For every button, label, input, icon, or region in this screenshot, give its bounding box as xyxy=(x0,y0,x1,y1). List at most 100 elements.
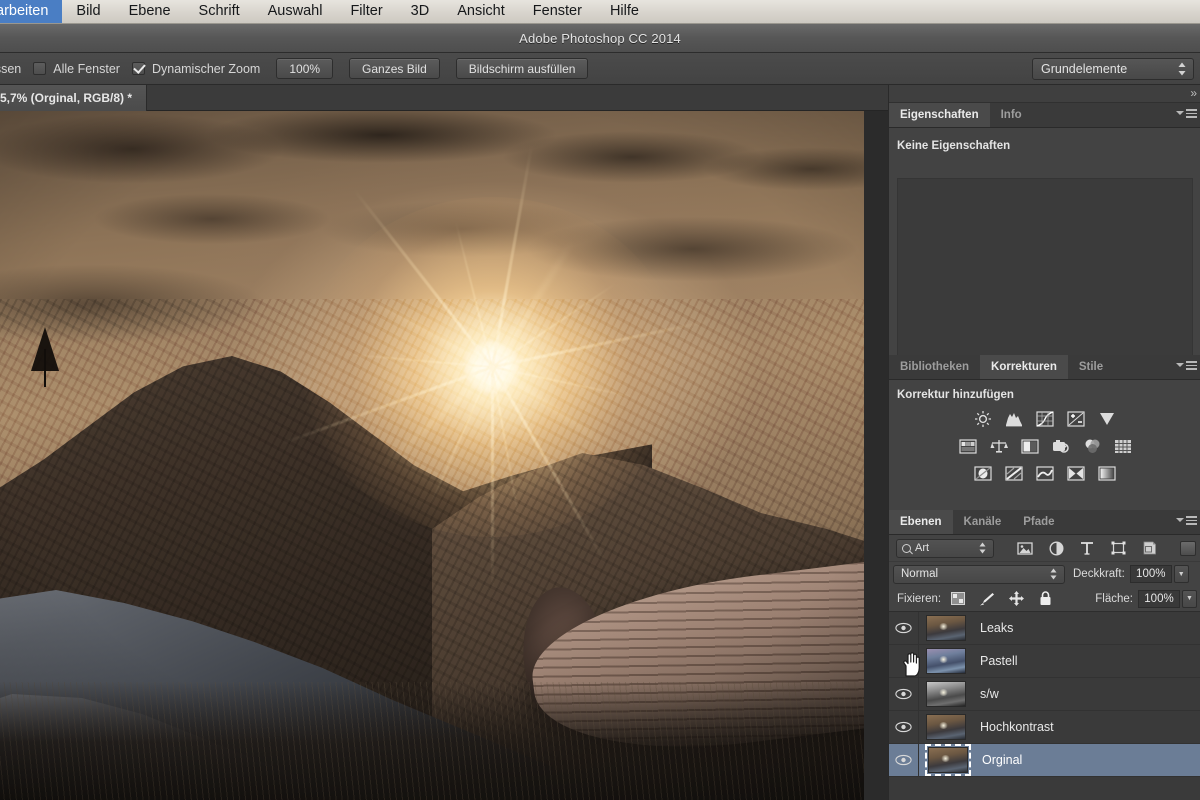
filter-pixel-icon[interactable] xyxy=(1016,540,1034,556)
hue-saturation-icon[interactable] xyxy=(958,437,978,455)
black-white-icon[interactable] xyxy=(1020,437,1040,455)
opacity-dropdown-icon[interactable]: ▼ xyxy=(1174,565,1189,583)
layer-thumbnail[interactable] xyxy=(926,714,966,740)
lock-transparency-icon[interactable] xyxy=(950,591,966,606)
layer-list: Leaks Pastell s/w xyxy=(889,611,1200,777)
layers-tab-bar: Ebenen Kanäle Pfade xyxy=(889,510,1200,535)
eye-icon xyxy=(895,721,912,733)
photo-filter-icon[interactable] xyxy=(1051,437,1071,455)
color-lookup-icon[interactable] xyxy=(1113,437,1133,455)
layer-thumbnail[interactable] xyxy=(926,648,966,674)
scrubby-zoom-checkbox[interactable] xyxy=(132,62,145,75)
properties-body: Keine Eigenschaften xyxy=(889,128,1200,355)
properties-empty-text: Keine Eigenschaften xyxy=(889,128,1200,152)
table-row[interactable]: Hochkontrast xyxy=(889,711,1200,744)
layer-thumbnail[interactable] xyxy=(926,681,966,707)
selective-color-icon[interactable] xyxy=(1066,464,1086,482)
fill-value[interactable]: 100% xyxy=(1138,590,1180,608)
tab-korrekturen[interactable]: Korrekturen xyxy=(980,355,1068,379)
tab-stile[interactable]: Stile xyxy=(1068,355,1114,379)
posterize-icon[interactable] xyxy=(1004,464,1024,482)
hamburger-icon xyxy=(1186,361,1197,370)
lock-image-icon[interactable] xyxy=(979,591,995,606)
lock-all-icon[interactable] xyxy=(1037,591,1053,606)
tab-pfade[interactable]: Pfade xyxy=(1012,510,1065,534)
menu-bearbeiten[interactable]: arbeiten xyxy=(0,0,62,23)
fill-dropdown-icon[interactable]: ▼ xyxy=(1182,590,1197,608)
layer-visibility-toggle[interactable] xyxy=(889,711,919,744)
table-row[interactable]: Pastell xyxy=(889,645,1200,678)
fill-screen-button[interactable]: Bildschirm ausfüllen xyxy=(456,58,589,79)
filter-kind-select[interactable]: Art xyxy=(896,539,994,558)
fit-screen-button[interactable]: Ganzes Bild xyxy=(349,58,440,79)
exposure-icon[interactable] xyxy=(1066,410,1086,428)
adjustments-body: Korrektur hinzufügen xyxy=(889,380,1200,510)
table-row[interactable]: Leaks xyxy=(889,612,1200,645)
lock-position-icon[interactable] xyxy=(1008,591,1024,606)
tab-ebenen[interactable]: Ebenen xyxy=(889,510,953,534)
menu-filter[interactable]: Filter xyxy=(336,0,396,23)
color-balance-icon[interactable] xyxy=(989,437,1009,455)
filter-adjustment-icon[interactable] xyxy=(1047,540,1065,556)
properties-empty-area xyxy=(897,178,1193,364)
filter-type-icons xyxy=(1016,540,1158,556)
search-icon xyxy=(902,544,911,553)
hamburger-icon xyxy=(1186,109,1197,118)
menu-hilfe[interactable]: Hilfe xyxy=(596,0,653,23)
table-row[interactable]: s/w xyxy=(889,678,1200,711)
menu-schrift[interactable]: Schrift xyxy=(185,0,254,23)
brightness-contrast-icon[interactable] xyxy=(973,410,993,428)
scrubby-zoom-label: Dynamischer Zoom xyxy=(152,62,260,76)
all-windows-checkbox[interactable] xyxy=(33,62,46,75)
layer-thumbnail[interactable] xyxy=(926,615,966,641)
filter-shape-icon[interactable] xyxy=(1109,540,1127,556)
menu-3d[interactable]: 3D xyxy=(397,0,444,23)
layer-visibility-toggle[interactable] xyxy=(889,645,919,678)
threshold-icon[interactable] xyxy=(1035,464,1055,482)
layer-visibility-toggle[interactable] xyxy=(889,744,919,777)
menu-bild[interactable]: Bild xyxy=(62,0,114,23)
panel-menu-icon[interactable] xyxy=(1176,109,1197,118)
tab-bibliotheken[interactable]: Bibliotheken xyxy=(889,355,980,379)
invert-icon[interactable] xyxy=(973,464,993,482)
dock-collapse-bar[interactable]: » xyxy=(889,85,1200,103)
channel-mixer-icon[interactable] xyxy=(1082,437,1102,455)
levels-icon[interactable] xyxy=(1004,410,1024,428)
vibrance-icon[interactable] xyxy=(1097,410,1117,428)
table-row[interactable]: Orginal xyxy=(889,744,1200,777)
curves-icon[interactable] xyxy=(1035,410,1055,428)
tab-eigenschaften[interactable]: Eigenschaften xyxy=(889,103,990,127)
menu-auswahl[interactable]: Auswahl xyxy=(254,0,337,23)
menu-ebene[interactable]: Ebene xyxy=(115,0,185,23)
blend-mode-value: Normal xyxy=(901,568,938,580)
hamburger-icon xyxy=(1186,516,1197,525)
lock-row: Fixieren: Fläche: 100% ▼ xyxy=(889,586,1200,611)
panel-menu-icon[interactable] xyxy=(1176,516,1197,525)
filter-smartobject-icon[interactable] xyxy=(1140,540,1158,556)
layer-thumbnail[interactable] xyxy=(928,747,968,773)
gradient-map-icon[interactable] xyxy=(1097,464,1117,482)
layer-name: s/w xyxy=(980,687,999,701)
document-tab[interactable]: 5,7% (Orginal, RGB/8) * xyxy=(0,85,147,111)
blend-mode-select[interactable]: Normal xyxy=(893,565,1065,584)
opacity-value[interactable]: 100% xyxy=(1130,565,1172,583)
adjustments-tab-bar: Bibliotheken Korrekturen Stile xyxy=(889,355,1200,380)
tab-kanaele[interactable]: Kanäle xyxy=(953,510,1013,534)
lock-icon-group xyxy=(950,591,1053,606)
workspace-switcher[interactable]: Grundelemente xyxy=(1032,58,1194,80)
tab-info[interactable]: Info xyxy=(990,103,1033,127)
layer-visibility-toggle[interactable] xyxy=(889,678,919,711)
menu-fenster[interactable]: Fenster xyxy=(519,0,596,23)
document-image[interactable] xyxy=(0,111,864,800)
canvas-area[interactable] xyxy=(0,111,888,800)
filter-type-icon[interactable] xyxy=(1078,540,1096,556)
layer-visibility-toggle[interactable] xyxy=(889,612,919,645)
document-tab-bar: 5,7% (Orginal, RGB/8) * xyxy=(0,85,888,111)
menu-ansicht[interactable]: Ansicht xyxy=(443,0,519,23)
panel-menu-icon[interactable] xyxy=(1176,361,1197,370)
blend-mode-row: Normal Deckkraft: 100% ▼ xyxy=(889,561,1200,586)
zoom-100-button[interactable]: 100% xyxy=(276,58,333,79)
collapse-panels-icon[interactable]: » xyxy=(1190,87,1197,100)
filter-enable-toggle[interactable] xyxy=(1180,541,1196,556)
adjustments-panel: Bibliotheken Korrekturen Stile Korrektur… xyxy=(889,355,1200,510)
